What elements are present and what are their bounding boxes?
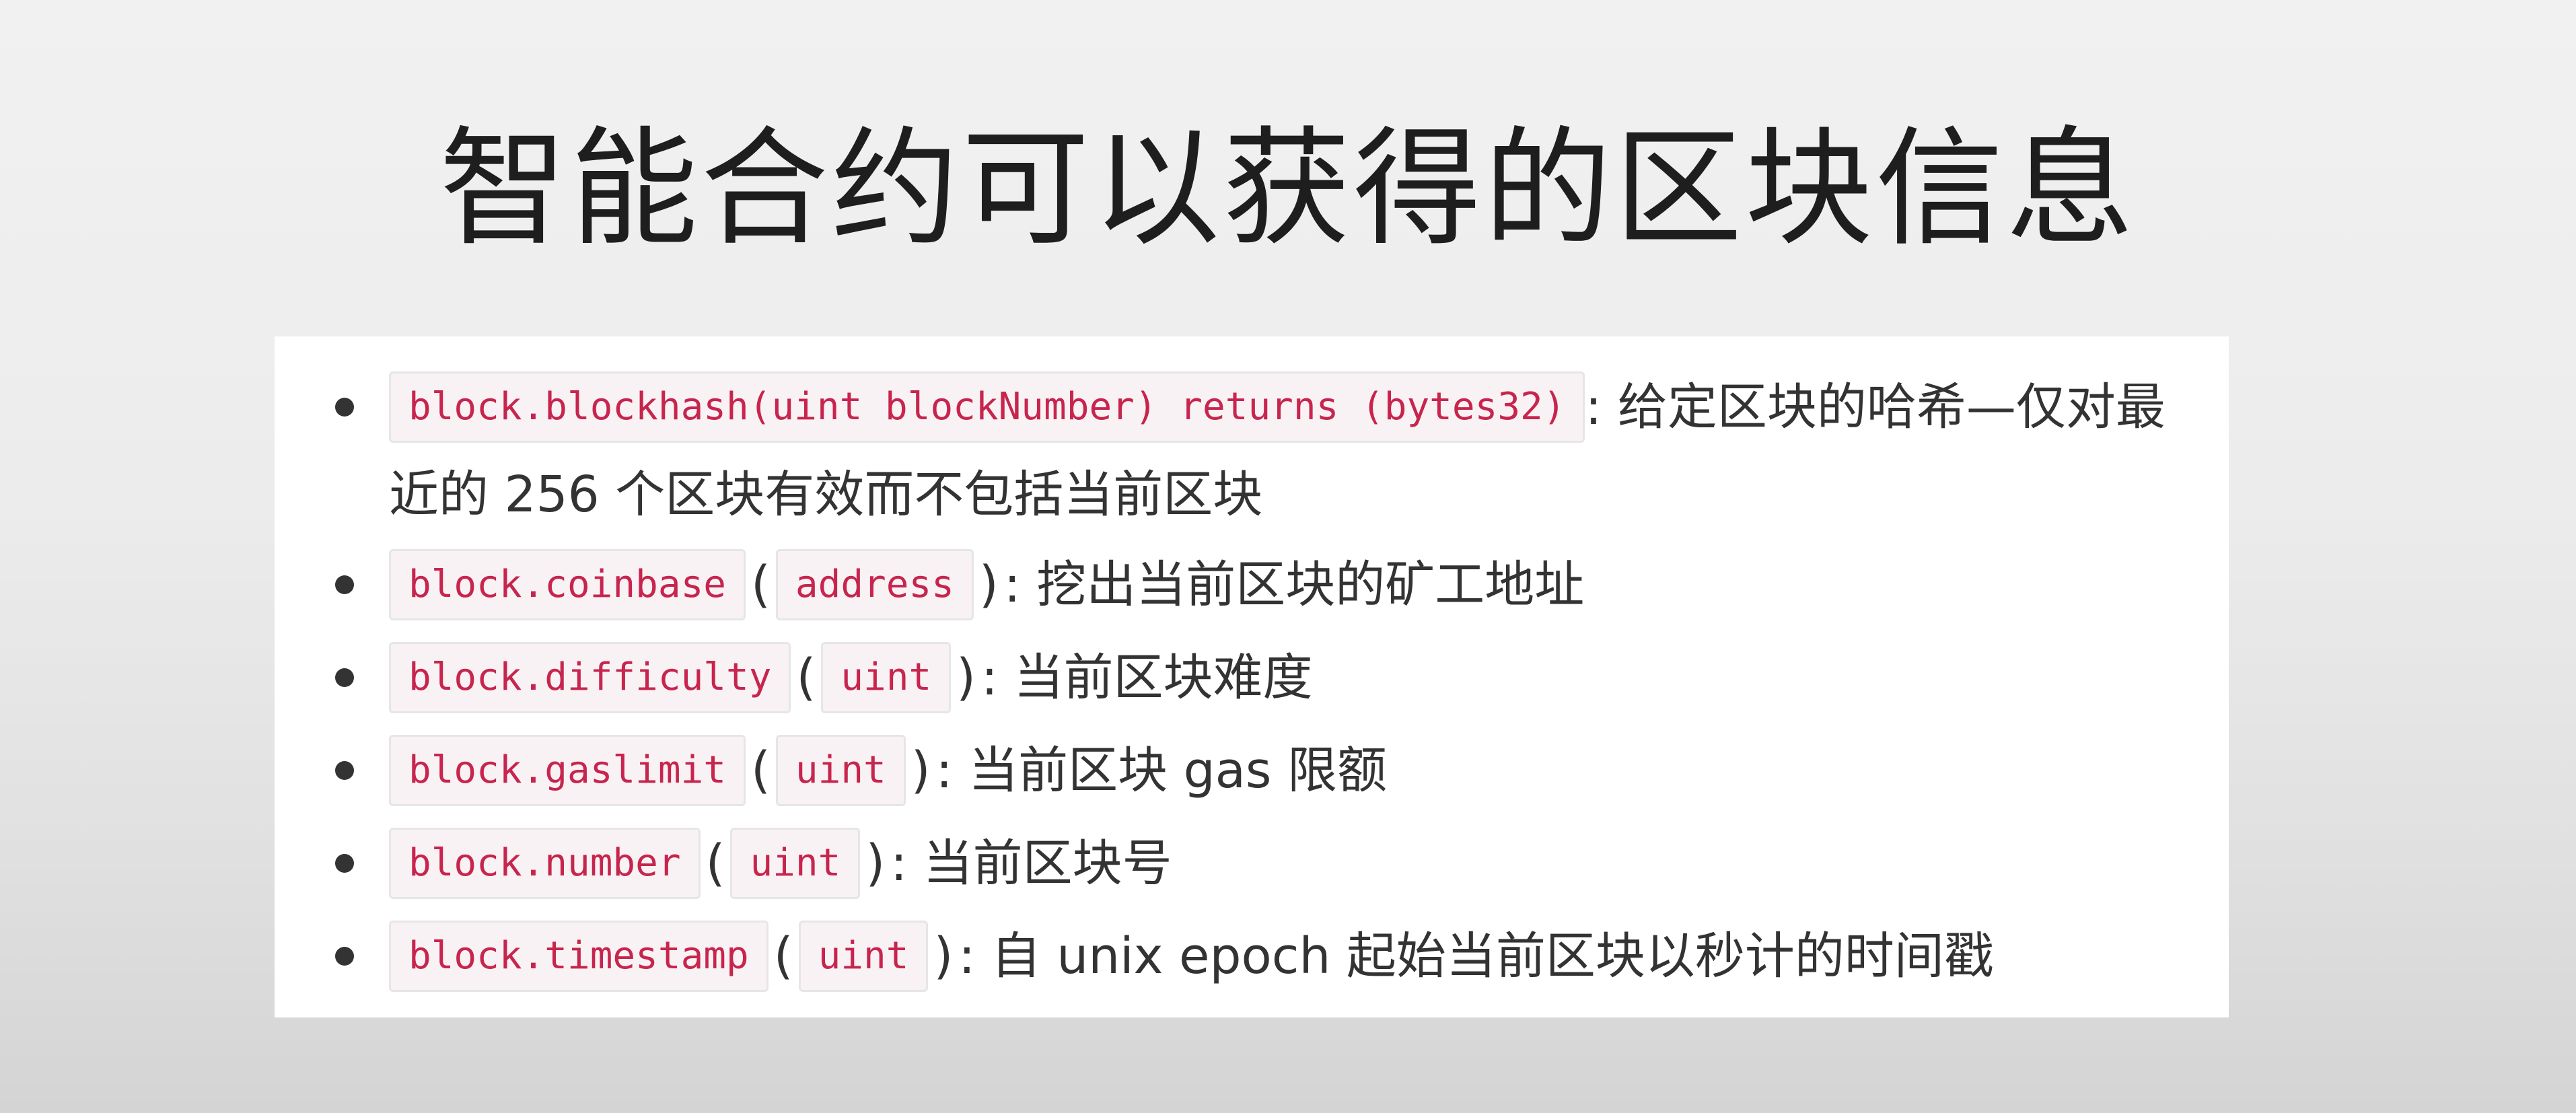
close-paren: ) bbox=[910, 742, 931, 799]
code-blockhash: block.blockhash(uint blockNumber) return… bbox=[389, 371, 1585, 443]
code-number: block.number bbox=[389, 828, 701, 900]
bullet-icon bbox=[335, 947, 354, 966]
list-item-number: block.number(uint): 当前区块号 bbox=[335, 820, 2202, 907]
list-item-gaslimit: block.gaslimit(uint): 当前区块 gas 限额 bbox=[335, 727, 2202, 814]
close-paren: ) bbox=[978, 556, 999, 614]
close-paren: ) bbox=[956, 649, 976, 707]
type-timestamp: uint bbox=[798, 921, 929, 993]
code-coinbase: block.coinbase bbox=[389, 549, 746, 621]
code-gaslimit: block.gaslimit bbox=[389, 735, 746, 807]
bullet-icon bbox=[335, 761, 354, 780]
bullet-icon bbox=[335, 575, 354, 594]
bullet-icon bbox=[335, 398, 354, 417]
list-item-coinbase: block.coinbase(address): 挖出当前区块的矿工地址 bbox=[335, 541, 2202, 629]
bullet-icon bbox=[335, 668, 354, 687]
description-number: : 当前区块号 bbox=[890, 834, 1172, 892]
close-paren: ) bbox=[865, 834, 886, 892]
slide-title: 智能合约可以获得的区块信息 bbox=[439, 114, 2137, 264]
list-item-blockhash: block.blockhash(uint blockNumber) return… bbox=[335, 363, 2202, 538]
list-item-difficulty: block.difficulty(uint): 当前区块难度 bbox=[335, 634, 2202, 721]
open-paren: ( bbox=[705, 834, 725, 892]
code-timestamp: block.timestamp bbox=[389, 921, 768, 993]
list-item-timestamp: block.timestamp(uint): 自 unix epoch 起始当前… bbox=[335, 912, 2202, 1000]
bullet-icon bbox=[335, 854, 354, 873]
open-paren: ( bbox=[773, 927, 793, 985]
description-gaslimit: : 当前区块 gas 限额 bbox=[935, 742, 1387, 799]
description-timestamp: : 自 unix epoch 起始当前区块以秒计的时间戳 bbox=[958, 927, 1994, 985]
type-gaslimit: uint bbox=[775, 735, 906, 807]
open-paren: ( bbox=[751, 742, 771, 799]
document-panel: block.blockhash(uint blockNumber) return… bbox=[275, 336, 2229, 1017]
code-difficulty: block.difficulty bbox=[389, 642, 791, 714]
block-property-list: block.blockhash(uint blockNumber) return… bbox=[335, 363, 2202, 1000]
type-difficulty: uint bbox=[821, 642, 952, 714]
type-number: uint bbox=[730, 828, 861, 900]
open-paren: ( bbox=[796, 649, 816, 707]
close-paren: ) bbox=[933, 927, 954, 985]
description-difficulty: : 当前区块难度 bbox=[981, 649, 1313, 707]
type-coinbase: address bbox=[775, 549, 974, 621]
description-coinbase: : 挖出当前区块的矿工地址 bbox=[1003, 556, 1585, 614]
open-paren: ( bbox=[751, 556, 771, 614]
